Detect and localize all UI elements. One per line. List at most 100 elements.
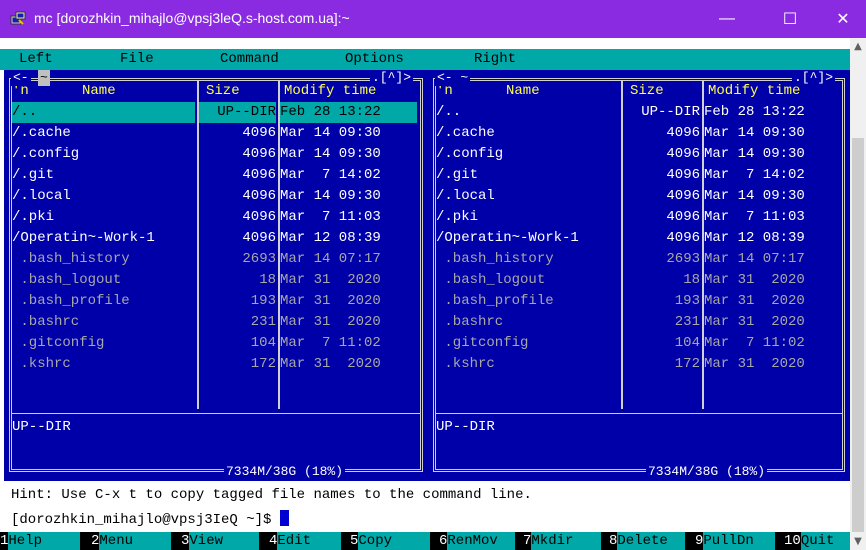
file-mtime[interactable]: Mar 14 09:30 [704,123,841,144]
file-size[interactable]: 4096 [199,207,276,228]
file-size[interactable]: 172 [199,354,276,375]
file-name[interactable]: /.git [436,165,619,186]
file-size[interactable]: 2693 [199,249,276,270]
file-size[interactable]: 104 [199,333,276,354]
file-name[interactable]: /.cache [12,123,195,144]
right-path-controls[interactable]: .[^]> [792,70,836,86]
terminal-scrollbar[interactable]: ▲ ▼ [850,38,866,550]
file-mtime[interactable]: Mar 7 11:02 [280,333,417,354]
file-name[interactable]: /.config [12,144,195,165]
file-name[interactable]: /.cache [436,123,619,144]
file-mtime[interactable]: Mar 31 2020 [704,291,841,312]
file-name[interactable]: .bashrc [436,312,619,333]
file-name[interactable]: .bash_logout [436,270,619,291]
file-size[interactable]: 4096 [623,123,700,144]
file-mtime[interactable]: Mar 31 2020 [280,291,417,312]
file-mtime[interactable]: Mar 12 08:39 [704,228,841,249]
file-name[interactable]: /Operatin~-Work-1 [12,228,195,249]
menu-file[interactable]: File [120,51,154,67]
file-mtime[interactable]: Mar 7 11:02 [704,333,841,354]
file-mtime[interactable]: Mar 14 09:30 [704,186,841,207]
right-path[interactable]: <- ~ [435,70,471,86]
file-size[interactable]: UP--DIR [623,102,700,123]
fkey-renmov[interactable]: 6RenMov [439,532,516,550]
menu-options[interactable]: Options [345,51,404,67]
file-name[interactable]: /.git [12,165,195,186]
file-mtime[interactable]: Mar 14 07:17 [704,249,841,270]
file-size[interactable]: 231 [199,312,276,333]
left-path-controls[interactable]: .[^]> [370,70,414,86]
chevron-up-icon[interactable]: ▲ [850,38,866,55]
file-name[interactable]: /.pki [12,207,195,228]
fkey-delete[interactable]: 8Delete [609,532,686,550]
file-mtime[interactable]: Mar 31 2020 [704,312,841,333]
file-mtime[interactable]: Mar 7 14:02 [704,165,841,186]
file-name[interactable]: /.pki [436,207,619,228]
left-path[interactable]: ~ [38,70,50,86]
file-name[interactable]: .bash_history [436,249,619,270]
fkey-view[interactable]: 3View [181,532,260,550]
file-name[interactable]: /.config [436,144,619,165]
fkey-pulldn[interactable]: 9PullDn [695,532,776,550]
right-col-mtime[interactable]: Modify time [708,81,800,102]
file-size[interactable]: 4096 [623,186,700,207]
close-button[interactable]: ✕ [820,0,866,38]
file-mtime[interactable]: Mar 14 09:30 [280,144,417,165]
file-mtime[interactable]: Mar 31 2020 [280,354,417,375]
maximize-button[interactable]: ☐ [767,0,813,38]
file-name[interactable]: .bashrc [12,312,195,333]
file-mtime[interactable]: Mar 31 2020 [280,312,417,333]
file-mtime[interactable]: Mar 31 2020 [280,270,417,291]
file-mtime[interactable]: Feb 28 13:22 [280,102,417,123]
menu-command[interactable]: Command [220,51,279,67]
file-name[interactable]: /.local [436,186,619,207]
file-mtime[interactable]: Mar 31 2020 [704,270,841,291]
chevron-down-icon[interactable]: ▼ [850,533,866,550]
file-size[interactable]: 4096 [623,228,700,249]
file-mtime[interactable]: Mar 14 09:30 [280,186,417,207]
file-size[interactable]: 4096 [199,123,276,144]
file-name[interactable]: /.local [12,186,195,207]
file-name[interactable]: .bash_profile [436,291,619,312]
file-size[interactable]: 18 [623,270,700,291]
file-size[interactable]: 4096 [623,207,700,228]
file-size[interactable]: 18 [199,270,276,291]
file-mtime[interactable]: Mar 31 2020 [704,354,841,375]
file-mtime[interactable]: Mar 14 09:30 [704,144,841,165]
file-name[interactable]: .kshrc [436,354,619,375]
file-name[interactable]: /.. [12,102,195,123]
file-size[interactable]: 193 [199,291,276,312]
file-size[interactable]: 231 [623,312,700,333]
file-size[interactable]: 2693 [623,249,700,270]
file-name[interactable]: .gitconfig [436,333,619,354]
file-mtime[interactable]: Mar 14 07:17 [280,249,417,270]
file-mtime[interactable]: Mar 12 08:39 [280,228,417,249]
file-size[interactable]: 4096 [199,228,276,249]
file-name[interactable]: .bash_logout [12,270,195,291]
minimize-button[interactable]: — [704,0,750,38]
file-size[interactable]: 193 [623,291,700,312]
file-size[interactable]: 4096 [199,186,276,207]
file-size[interactable]: 104 [623,333,700,354]
right-col-size[interactable]: Size [630,81,664,102]
file-mtime[interactable]: Mar 7 14:02 [280,165,417,186]
file-size[interactable]: 4096 [199,144,276,165]
fkey-mkdir[interactable]: 7Mkdir [523,532,602,550]
left-panel[interactable]: 'n Name Size Modify time /.. UP--DIR Feb 2… [4,70,428,481]
left-col-name[interactable]: Name [82,81,116,102]
fkey-help[interactable]: 1Help [0,532,81,550]
command-prompt[interactable]: [dorozhkin_mihajlo@vpsj3IeQ ~]$ [11,510,289,528]
file-name[interactable]: /Operatin~-Work-1 [436,228,619,249]
file-mtime[interactable]: Mar 7 11:03 [704,207,841,228]
fkey-quit[interactable]: 10Quit [784,532,850,550]
fkey-menu[interactable]: 2Menu [91,532,172,550]
file-name[interactable]: .bash_history [12,249,195,270]
right-col-name[interactable]: Name [506,81,540,102]
file-name[interactable]: .bash_profile [12,291,195,312]
left-col-mtime[interactable]: Modify time [284,81,376,102]
file-size[interactable]: 4096 [199,165,276,186]
file-size[interactable]: 172 [623,354,700,375]
right-panel[interactable]: 'n Name Size Modify time /.. UP--DIR Feb 2… [428,70,850,481]
file-mtime[interactable]: Feb 28 13:22 [704,102,841,123]
fkey-copy[interactable]: 5Copy [350,532,431,550]
